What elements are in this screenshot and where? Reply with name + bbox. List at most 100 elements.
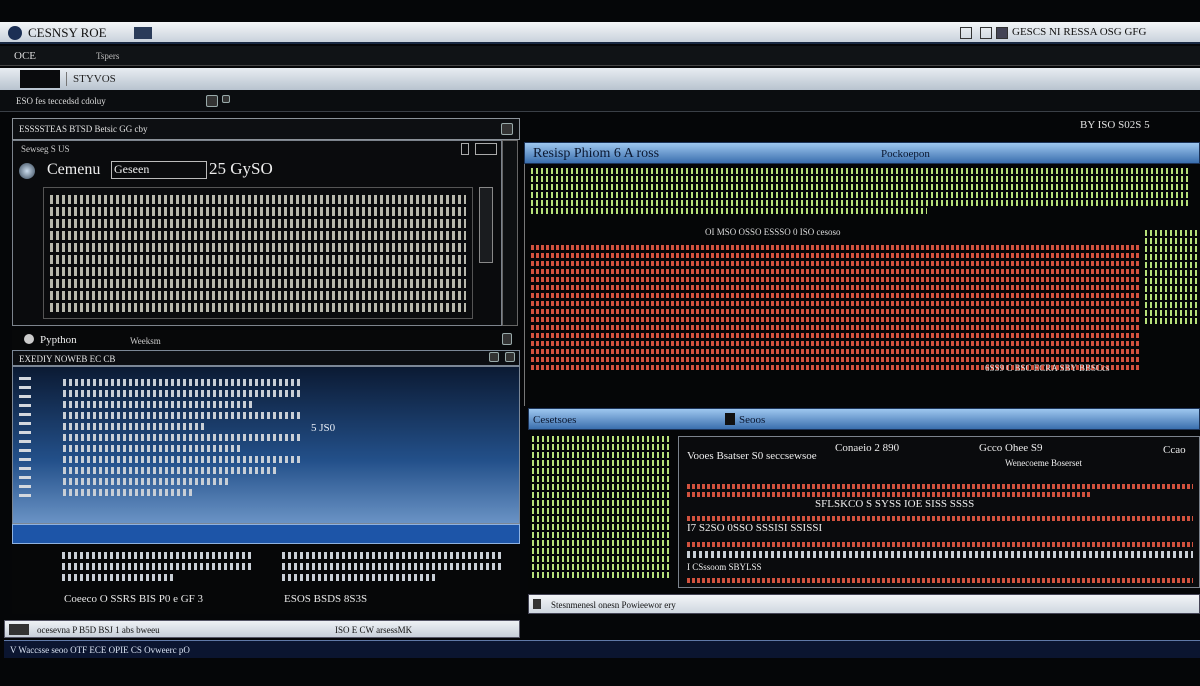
- python-tab-label[interactable]: Pypthon: [40, 333, 77, 347]
- red-line: [531, 245, 1139, 250]
- green-line: [532, 516, 672, 522]
- right-bottom-status-bar: Stesnmenesl onesn Powieewor ery: [528, 594, 1200, 614]
- scroll-lock-icon[interactable]: [461, 143, 469, 155]
- green-line: [1145, 302, 1199, 308]
- green-line: [532, 548, 672, 554]
- green-line: [1145, 246, 1199, 252]
- red-line: [531, 349, 1139, 354]
- code-line: [50, 267, 466, 276]
- log-line: [282, 552, 502, 559]
- app-icon: [8, 26, 22, 40]
- close-icon[interactable]: [996, 27, 1008, 39]
- window-title-right: GESCS NI RESSA OSG GFG: [1012, 26, 1147, 38]
- panel-close-icon[interactable]: [501, 123, 513, 135]
- error-block: [531, 242, 1139, 373]
- left-panel-scrollbar[interactable]: [502, 140, 518, 326]
- log-line: [62, 563, 252, 570]
- path-text: ESO fes teccedsd cdoluy: [16, 96, 106, 106]
- tab-strip: STYVOS: [0, 68, 1200, 90]
- output-line: [63, 445, 243, 452]
- tab-close-icon[interactable]: [502, 333, 512, 345]
- green-line: [532, 500, 672, 506]
- project-name-field[interactable]: Geseen: [111, 161, 207, 179]
- tab-styvos[interactable]: STYVOS: [66, 72, 116, 86]
- code-line: [50, 195, 466, 204]
- maximize-icon[interactable]: [980, 27, 992, 39]
- log-line: [282, 563, 502, 570]
- output-text: [63, 375, 303, 500]
- left-code-editor[interactable]: Sewseg S US Cemenu Geseen 25 GySO: [12, 140, 502, 326]
- report-header-right: Wenecoeme Boserset: [1005, 458, 1082, 468]
- right-top-title-right: Pockoepon: [881, 148, 930, 160]
- menu-dots-icon[interactable]: [222, 95, 230, 103]
- green-line: [1145, 278, 1199, 284]
- python-panel-title-bar: EXEDIY NOWEB EC CB: [12, 350, 520, 366]
- output-line: [63, 390, 303, 397]
- taskbar-text: V Waccsse seoo OTF ECE OPIE CS Ovweerc p…: [10, 645, 190, 655]
- log-row-b: ESOS BSDS 8S3S: [284, 593, 368, 605]
- tab-seoos[interactable]: Seoos: [739, 413, 765, 427]
- report-heading-4: Ccao: [1163, 444, 1186, 456]
- window-title-bar: CESNSY ROE GESCS NI RESSA OSG GFG: [0, 22, 1200, 44]
- python-tab-label-2[interactable]: Weeksm: [130, 335, 161, 347]
- red-line: [531, 317, 1139, 322]
- expand-icon[interactable]: [475, 143, 497, 155]
- report-panel[interactable]: Vooes Bsatser S0 seccsewsoe Conaeio 2 89…: [678, 436, 1200, 588]
- green-line: [531, 200, 1191, 206]
- output-line: [63, 434, 303, 441]
- red-line: [531, 293, 1139, 298]
- python-output-panel[interactable]: 5 JS0: [12, 366, 520, 524]
- python-panel-title: EXEDIY NOWEB EC CB: [19, 354, 116, 364]
- green-line: [1145, 294, 1199, 300]
- grey-line: [687, 551, 1193, 558]
- green-line: [532, 524, 672, 530]
- green-line: [1145, 238, 1199, 244]
- red-line: [531, 325, 1139, 330]
- code-line: [50, 279, 466, 288]
- output-line: [63, 423, 207, 430]
- red-line: [531, 309, 1139, 314]
- green-line: [1145, 262, 1199, 268]
- project-label: Cemenu: [47, 161, 101, 178]
- red-line: [687, 578, 1193, 583]
- tab-dark[interactable]: [20, 70, 60, 88]
- red-line: [531, 333, 1139, 338]
- menu-item-oce[interactable]: OCE: [14, 49, 36, 63]
- python-panel-close-icon[interactable]: [505, 352, 515, 362]
- green-line: [1145, 230, 1199, 236]
- right-top-title: Resisp Phiom 6 A ross: [533, 146, 660, 161]
- red-line: [687, 484, 1193, 489]
- log-line: [62, 574, 176, 581]
- right-top-footer: 6SS9 C BSC ECRA SBY BBSCcs: [985, 363, 1110, 373]
- editor-subcaption: Sewseg S US: [21, 144, 70, 154]
- status-text-mid: ISO E CW arsessMK: [335, 625, 413, 635]
- green-line: [532, 468, 672, 474]
- red-line: [531, 285, 1139, 290]
- tab-icon: [725, 413, 735, 425]
- folder-icon[interactable]: [206, 95, 218, 107]
- left-panel-header: ESSSSTEAS BTSD Betsic GG cby: [12, 118, 520, 140]
- code-line: [50, 255, 466, 264]
- green-line: [1145, 254, 1199, 260]
- python-input-bar[interactable]: [12, 524, 520, 544]
- green-line: [1145, 270, 1199, 276]
- minimize-icon[interactable]: [960, 27, 972, 39]
- green-line: [532, 532, 672, 538]
- python-panel-min-icon[interactable]: [489, 352, 499, 362]
- left-column: [532, 434, 672, 580]
- status-text: ocesevna P B5D BSJ 1 abs bweeu: [37, 625, 160, 635]
- code-line: [50, 291, 466, 300]
- code-area[interactable]: [43, 187, 473, 319]
- red-line: [687, 542, 1193, 547]
- red-line: [531, 301, 1139, 306]
- window-menu-icon[interactable]: [134, 27, 152, 39]
- output-line: [63, 379, 303, 386]
- green-line: [532, 492, 672, 498]
- vertical-scrollbar[interactable]: [479, 187, 493, 263]
- red-line: [531, 341, 1139, 346]
- green-line: [532, 572, 672, 578]
- tab-cesetsoes[interactable]: Cesetsoes: [533, 413, 576, 427]
- right-top-output[interactable]: OI MSO OSSO ESSSO 0 ISO cesoso 6SS9 C BS…: [524, 164, 1200, 406]
- green-line: [1145, 310, 1199, 316]
- menu-item-tspers[interactable]: Tspers: [96, 50, 119, 62]
